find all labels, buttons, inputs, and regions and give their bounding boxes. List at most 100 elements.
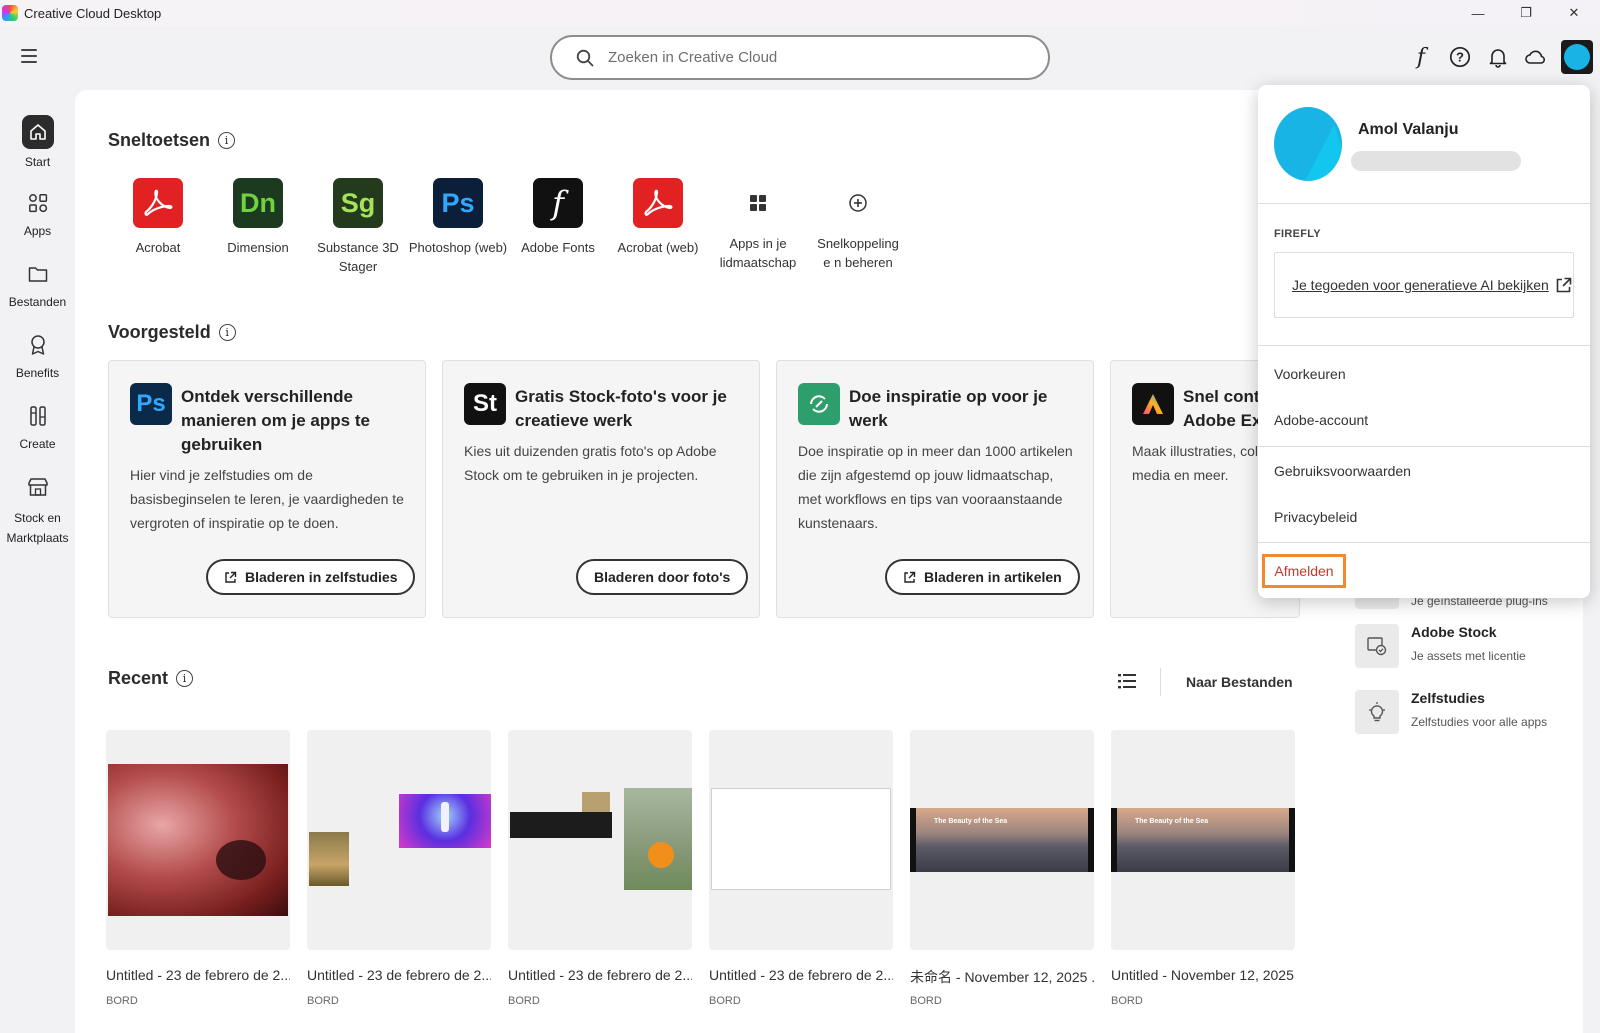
info-icon[interactable]: i xyxy=(176,670,194,687)
acrobat-app-icon xyxy=(133,178,183,228)
photoshop-app-icon: Ps xyxy=(130,383,172,425)
nav-label: Bestanden xyxy=(8,295,67,309)
card-body: Hier vind je zelfstudies om de basisbegi… xyxy=(130,467,404,531)
acrobat-app-icon xyxy=(633,178,683,228)
right-panel-title: Zelfstudies xyxy=(1411,690,1485,706)
nav-start[interactable]: Start xyxy=(0,115,75,169)
shortcut-acrobat[interactable]: Acrobat xyxy=(108,178,208,257)
shortcut-label: Substance 3D Stager xyxy=(317,240,399,274)
nav-stock-marketplace[interactable]: Stock en Marktplaats xyxy=(0,472,75,548)
restore-button[interactable]: ❐ xyxy=(1502,0,1550,26)
avatar xyxy=(1274,107,1342,181)
notifications-bell-icon[interactable] xyxy=(1483,42,1513,72)
to-files-link[interactable]: Naar Bestanden xyxy=(1186,674,1293,690)
right-panel-subtitle: Zelfstudies voor alle apps xyxy=(1411,715,1548,729)
recent-file-name[interactable]: Untitled - 23 de febrero de 2... xyxy=(709,967,893,983)
recent-file-thumbnail[interactable]: The Beauty of the Sea xyxy=(1111,730,1295,950)
title-bar: Creative Cloud Desktop — ❐ ✕ xyxy=(0,0,1600,26)
adobe-express-app-icon xyxy=(1132,383,1174,425)
recent-file-thumbnail[interactable] xyxy=(106,730,290,950)
divider xyxy=(1160,668,1161,696)
external-link-icon[interactable] xyxy=(1555,277,1572,294)
thumbnail-caption: The Beauty of the Sea xyxy=(1135,818,1209,825)
recent-file-name[interactable]: Untitled - 23 de febrero de 2... xyxy=(106,967,290,983)
recent-file-thumbnail[interactable] xyxy=(307,730,491,950)
firefly-section-label: FIREFLY xyxy=(1274,228,1321,240)
shortcut-acrobat-web[interactable]: Acrobat (web) xyxy=(608,178,708,257)
recent-file-name[interactable]: Untitled - 23 de febrero de 2... xyxy=(307,967,491,983)
shortcut-adobe-fonts[interactable]: f Adobe Fonts xyxy=(508,178,608,257)
svg-text:?: ? xyxy=(1456,50,1464,65)
nav-label: Benefits xyxy=(15,366,60,380)
card-body: Kies uit duizenden gratis foto's op Adob… xyxy=(464,443,717,483)
divider xyxy=(1258,542,1590,543)
fonts-icon[interactable]: f xyxy=(1406,42,1436,72)
right-panel-subtitle: Je assets met licentie xyxy=(1411,649,1526,663)
menu-item-preferences[interactable]: Voorkeuren xyxy=(1274,366,1346,382)
recent-file-thumbnail[interactable] xyxy=(709,730,893,950)
nav-apps[interactable]: Apps xyxy=(0,188,75,238)
cloud-icon[interactable] xyxy=(1521,42,1551,72)
account-avatar-button[interactable] xyxy=(1561,40,1593,74)
account-name: Amol Valanju xyxy=(1358,121,1459,138)
info-icon[interactable]: i xyxy=(218,324,236,341)
sign-out-button[interactable]: Afmelden xyxy=(1262,554,1346,588)
hamburger-menu-icon[interactable] xyxy=(18,47,40,65)
close-button[interactable]: ✕ xyxy=(1550,0,1598,26)
recent-file-name[interactable]: 未命名 - November 12, 2025 ... xyxy=(910,967,1094,987)
recent-file-thumbnail[interactable] xyxy=(508,730,692,950)
adobe-fonts-app-icon: f xyxy=(533,178,583,228)
shortcut-dimension[interactable]: Dn Dimension xyxy=(208,178,308,257)
menu-item-privacy-policy[interactable]: Privacybeleid xyxy=(1274,509,1357,525)
recent-file-type: BORD xyxy=(106,995,138,1007)
thumbnail-caption: The Beauty of the Sea xyxy=(934,818,1008,825)
recent-file-type: BORD xyxy=(910,995,942,1007)
card-title: Ontdek verschillende manieren om je apps… xyxy=(181,387,370,454)
search-bar[interactable] xyxy=(550,35,1050,80)
substance-stager-app-icon: Sg xyxy=(333,178,383,228)
menu-item-adobe-account[interactable]: Adobe-account xyxy=(1274,412,1368,428)
nav-label: Start xyxy=(24,155,51,169)
shortcut-label: Apps in je lidmaatschap xyxy=(719,236,797,270)
recent-file-name[interactable]: Untitled - November 12, 2025... xyxy=(1111,967,1295,983)
recent-file-name[interactable]: Untitled - 23 de febrero de 2... xyxy=(508,967,692,983)
apps-grid-icon xyxy=(23,188,53,218)
adobe-stock-app-icon: St xyxy=(464,383,506,425)
list-view-icon[interactable] xyxy=(1117,672,1137,690)
divider xyxy=(1258,446,1590,447)
licensed-assets-icon xyxy=(1355,624,1399,668)
suggested-heading: Voorgesteld i xyxy=(108,322,236,343)
shortcut-substance-stager[interactable]: Sg Substance 3D Stager xyxy=(308,178,408,276)
nav-files[interactable]: Bestanden xyxy=(0,259,75,309)
nav-create[interactable]: Create xyxy=(0,401,75,451)
shortcut-manage[interactable]: Snelkoppelinge n beheren xyxy=(808,178,908,272)
storefront-icon xyxy=(23,472,53,502)
creative-cloud-logo-icon xyxy=(2,5,18,21)
nav-benefits[interactable]: Benefits xyxy=(0,330,75,380)
avatar xyxy=(1564,44,1590,70)
browse-articles-button[interactable]: Bladeren in artikelen xyxy=(885,559,1080,595)
recent-file-type: BORD xyxy=(307,995,339,1007)
suggested-card-stock: St Gratis Stock-foto's voor je creatieve… xyxy=(442,360,760,618)
nav-label: Apps xyxy=(23,224,52,238)
lightbulb-icon xyxy=(1355,690,1399,734)
search-input[interactable] xyxy=(608,49,988,66)
award-ribbon-icon xyxy=(23,330,53,360)
browse-tutorials-button[interactable]: Bladeren in zelfstudies xyxy=(206,559,416,595)
recent-file-type: BORD xyxy=(709,995,741,1007)
minimize-button[interactable]: — xyxy=(1454,0,1502,26)
nav-label: Create xyxy=(19,437,56,451)
info-icon[interactable]: i xyxy=(218,132,236,149)
shortcut-photoshop-web[interactable]: Ps Photoshop (web) xyxy=(408,178,508,257)
menu-item-terms-of-use[interactable]: Gebruiksvoorwaarden xyxy=(1274,463,1411,479)
shortcut-label: Acrobat xyxy=(135,240,181,255)
inspiration-icon xyxy=(798,383,840,425)
help-icon[interactable]: ? xyxy=(1445,42,1475,72)
recent-file-thumbnail[interactable]: The Beauty of the Sea xyxy=(910,730,1094,950)
browse-photos-button[interactable]: Bladeren door foto's xyxy=(576,559,749,595)
divider xyxy=(1258,203,1590,204)
shortcut-member-apps[interactable]: Apps in je lidmaatschap xyxy=(708,178,808,272)
home-icon xyxy=(21,115,54,149)
card-body: Doe inspiratie op in meer dan 1000 artik… xyxy=(798,443,1073,531)
firefly-credits-link[interactable]: Je tegoeden voor generatieve AI bekijken xyxy=(1292,277,1549,293)
